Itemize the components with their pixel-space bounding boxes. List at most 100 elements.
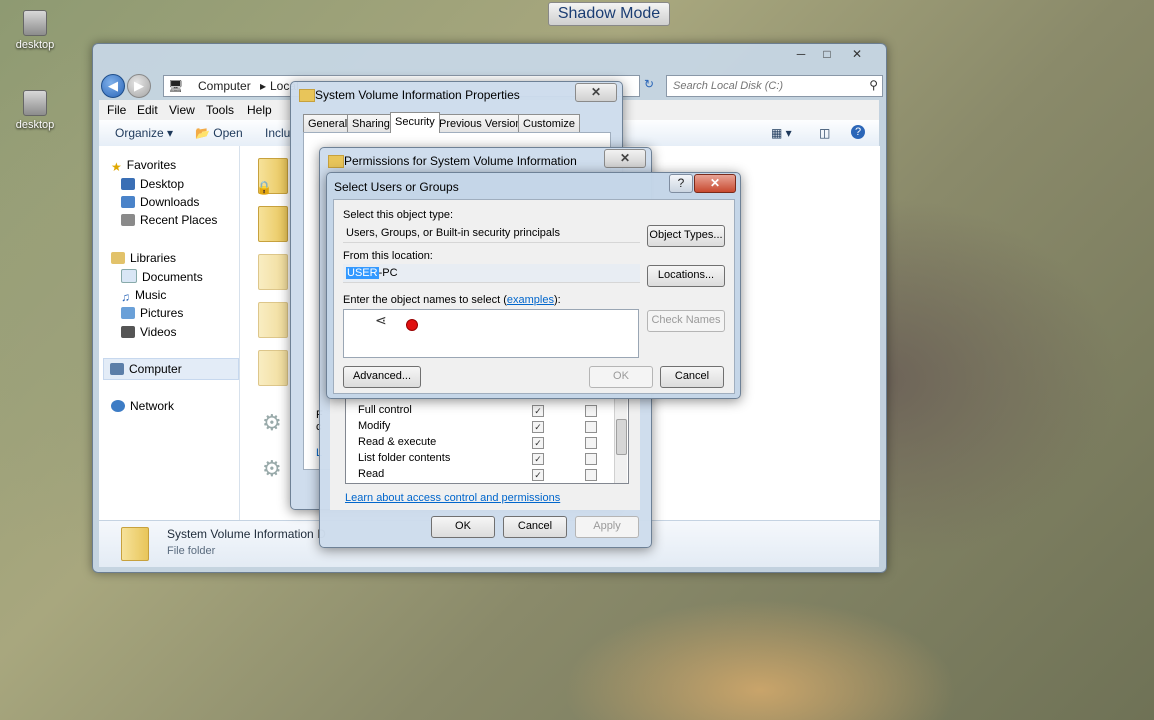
refresh-icon[interactable]: ↻ [644,77,654,91]
libraries-icon [111,252,125,264]
object-names-label: Enter the object names to select (exampl… [343,294,561,306]
permissions-list: Full control ✓ Modify ✓ Read & execute ✓… [345,398,629,484]
deny-checkbox[interactable] [585,421,597,433]
computer-icon [110,363,124,375]
object-types-button[interactable]: Object Types... [647,225,725,247]
close-icon[interactable]: ✕ [845,46,869,62]
text-cursor-icon: ⋖ [375,312,387,328]
allow-checkbox[interactable]: ✓ [532,421,544,433]
shadow-mode-badge[interactable]: Shadow Mode [548,2,670,26]
learn-more-link[interactable]: Learn about access control and permissio… [345,492,560,504]
videos-icon [121,326,135,338]
cancel-button[interactable]: Cancel [660,366,724,388]
drive-icon [23,90,47,116]
deny-checkbox[interactable] [585,405,597,417]
open-button[interactable]: 📂 Open [195,126,243,140]
breadcrumb-separator-icon: ▸ [260,79,267,93]
nav-favorites[interactable]: ★ Favorites [111,158,176,174]
tab-sharing[interactable]: Sharing [347,114,395,133]
nav-computer[interactable]: Computer [103,358,239,380]
locations-button[interactable]: Locations... [647,265,725,287]
preview-pane-icon[interactable]: ◫ [819,126,830,140]
tab-customize[interactable]: Customize [518,114,580,133]
menu-help[interactable]: Help [247,103,272,117]
minimize-icon[interactable]: ─ [789,46,813,62]
folder-icon[interactable] [258,254,288,290]
forward-arrow-icon[interactable]: ▶ [127,74,151,98]
tab-security[interactable]: Security [390,112,440,133]
object-type-value: Users, Groups, or Built-in security prin… [343,224,640,243]
close-button[interactable]: ✕ [604,149,646,168]
perm-full-control: Full control [358,404,412,416]
music-icon: ♫ [121,290,130,304]
search-box[interactable]: ⚲ [666,75,883,97]
allow-checkbox[interactable]: ✓ [532,437,544,449]
nav-pictures[interactable]: Pictures [121,306,183,320]
nav-libraries[interactable]: Libraries [111,251,176,265]
system-file-icon[interactable]: ⚙ [262,456,282,482]
location-field[interactable]: USER-PC [343,264,640,283]
menu-tools[interactable]: Tools [206,103,234,117]
close-button[interactable]: ✕ [575,83,617,102]
close-button[interactable]: ✕ [694,174,736,193]
back-arrow-icon[interactable]: ◀ [101,74,125,98]
deny-checkbox[interactable] [585,469,597,481]
cancel-button[interactable]: Cancel [503,516,567,538]
select-users-dialog: Select Users or Groups ? ✕ Select this o… [326,172,741,399]
include-in-library-button[interactable]: Inclu [265,126,290,140]
nav-recent-places[interactable]: Recent Places [121,213,217,227]
nav-music[interactable]: ♫ Music [121,288,166,304]
examples-link[interactable]: examples [507,294,554,306]
perm-list-folder-contents: List folder contents [358,452,451,464]
scrollbar-thumb[interactable] [616,419,627,455]
deny-checkbox[interactable] [585,437,597,449]
object-names-input[interactable]: ⋖ [343,309,639,358]
breadcrumb-computer[interactable]: Computer [198,79,251,93]
tab-general[interactable]: General [303,114,353,133]
allow-checkbox[interactable]: ✓ [532,405,544,417]
search-input[interactable] [671,77,865,95]
star-icon: ★ [111,160,122,174]
object-type-label: Select this object type: [343,209,454,221]
folder-icon[interactable] [258,350,288,386]
menu-file[interactable]: File [107,103,126,117]
check-names-button[interactable]: Check Names [647,310,725,332]
recent-places-icon [121,214,135,226]
advanced-button[interactable]: Advanced... [343,366,421,388]
details-name: System Volume Information D [167,527,326,541]
computer-icon: 🖥 [168,79,184,93]
view-options-icon[interactable]: ▦ ▾ [771,126,792,140]
allow-checkbox[interactable]: ✓ [532,469,544,481]
nav-videos[interactable]: Videos [121,325,176,339]
folder-icon[interactable] [258,302,288,338]
allow-checkbox[interactable]: ✓ [532,453,544,465]
location-rest-text: -PC [378,267,398,279]
location-label: From this location: [343,250,433,262]
desktop-shortcut[interactable]: desktop [14,10,56,51]
help-icon[interactable]: ? [851,125,865,139]
menu-view[interactable]: View [169,103,195,117]
nav-desktop[interactable]: Desktop [121,177,184,191]
nav-downloads[interactable]: Downloads [121,195,199,209]
apply-button[interactable]: Apply [575,516,639,538]
organize-button[interactable]: Organize ▾ [115,126,173,140]
dialog-title: System Volume Information Properties [315,88,520,102]
permissions-scrollbar[interactable] [614,399,627,483]
desktop-shortcut-label: desktop [15,39,55,51]
desktop-shortcut-label: desktop [15,119,55,131]
desktop-shortcut[interactable]: desktop [14,90,56,131]
deny-checkbox[interactable] [585,453,597,465]
perm-read: Read [358,468,385,480]
folder-icon[interactable] [258,206,288,242]
maximize-icon[interactable]: □ [815,46,839,62]
select-users-panel: Select this object type: Users, Groups, … [333,199,735,394]
network-icon [111,400,125,412]
folder-icon [328,155,344,168]
nav-documents[interactable]: Documents [121,269,203,284]
menu-edit[interactable]: Edit [137,103,158,117]
ok-button[interactable]: OK [589,366,653,388]
ok-button[interactable]: OK [431,516,495,538]
system-file-icon[interactable]: ⚙ [262,410,282,436]
nav-network[interactable]: Network [111,399,174,413]
help-button[interactable]: ? [669,174,693,193]
